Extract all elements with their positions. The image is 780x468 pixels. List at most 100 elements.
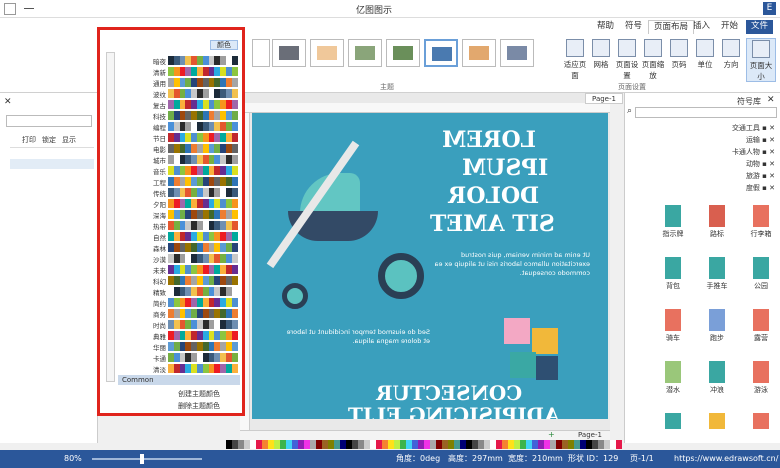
- category-item[interactable]: 动物 ▪ ✕: [629, 159, 775, 171]
- scheme-label: 热带: [153, 223, 166, 231]
- scheme-swatch-row[interactable]: [168, 177, 238, 186]
- theme-7[interactable]: [272, 39, 306, 67]
- category-item[interactable]: 度假 ▪ ✕: [629, 183, 775, 195]
- scheme-label: 商务: [153, 311, 166, 319]
- page-zoom-button[interactable]: 页面缩放: [640, 38, 666, 82]
- color-swatch: [231, 232, 238, 241]
- scheme-swatch-row[interactable]: [168, 320, 238, 329]
- shape-tile[interactable]: 露营: [743, 309, 779, 343]
- shape-tile[interactable]: 行李箱: [743, 205, 779, 239]
- color-palette-bar[interactable]: [226, 440, 624, 449]
- add-page-icon[interactable]: +: [548, 430, 555, 439]
- theme-5[interactable]: [348, 39, 382, 67]
- scheme-swatch-row[interactable]: [168, 144, 238, 153]
- scheme-swatch-row[interactable]: [168, 298, 238, 307]
- color-swatch: [231, 364, 238, 373]
- shape-tile[interactable]: 跑步: [699, 309, 735, 343]
- scheme-swatch-row[interactable]: [168, 232, 238, 241]
- scheme-swatch-row[interactable]: [168, 78, 238, 87]
- shape-tile[interactable]: [699, 413, 735, 429]
- theme-2[interactable]: [462, 39, 496, 67]
- shape-tile[interactable]: 游泳: [743, 361, 779, 395]
- scheme-swatch-row[interactable]: [168, 122, 238, 131]
- layer-row[interactable]: [10, 159, 94, 169]
- scheme-swatch-row[interactable]: [168, 342, 238, 351]
- library-search-input[interactable]: [635, 107, 777, 118]
- col-print: 打印: [22, 136, 36, 144]
- dropdown-scrollbar[interactable]: [106, 52, 115, 382]
- shape-tile[interactable]: 指示牌: [655, 205, 691, 239]
- category-item[interactable]: 卡通人物 ▪ ✕: [629, 147, 775, 159]
- zoom-slider-thumb[interactable]: [140, 454, 144, 464]
- scheme-swatch-row[interactable]: [168, 155, 238, 164]
- tab-home[interactable]: 开始: [716, 20, 743, 34]
- page-tab[interactable]: Page-1: [578, 431, 602, 439]
- theme-3[interactable]: [424, 39, 458, 67]
- page-doc-tab[interactable]: Page-1: [585, 93, 623, 104]
- selected-scheme-row[interactable]: Common: [118, 375, 240, 385]
- tab-help[interactable]: 帮助: [592, 20, 619, 34]
- shape-tile[interactable]: 潜水: [655, 361, 691, 395]
- status-url[interactable]: https://www.edrawsoft.cn/: [674, 450, 778, 468]
- scheme-swatch-row[interactable]: [168, 210, 238, 219]
- close-window-icon[interactable]: [4, 3, 16, 15]
- category-item[interactable]: 旅游 ▪ ✕: [629, 171, 775, 183]
- scheme-swatch-row[interactable]: [168, 254, 238, 263]
- scheme-swatch-row[interactable]: [168, 309, 238, 318]
- theme-8[interactable]: [252, 39, 270, 67]
- scheme-swatch-row[interactable]: [168, 89, 238, 98]
- theme-4[interactable]: [386, 39, 420, 67]
- shape-tile[interactable]: 冲浪: [699, 361, 735, 395]
- scheme-swatch-row[interactable]: [168, 133, 238, 142]
- scheme-swatch-row[interactable]: [168, 111, 238, 120]
- scheme-swatch-row[interactable]: [168, 67, 238, 76]
- delete-theme-color-link[interactable]: 删除主题颜色: [178, 401, 220, 411]
- layer-row[interactable]: [10, 147, 94, 157]
- shape-tile[interactable]: 骑车: [655, 309, 691, 343]
- scheme-swatch-row[interactable]: [168, 166, 238, 175]
- colors-button[interactable]: 颜色: [210, 40, 238, 50]
- tab-symbols[interactable]: 符号: [620, 20, 647, 34]
- scheme-swatch-row[interactable]: [168, 56, 238, 65]
- color-swatch: [231, 210, 238, 219]
- unit-button[interactable]: 单位: [692, 38, 718, 82]
- palette-swatch[interactable]: [616, 440, 622, 449]
- zoom-slider[interactable]: [92, 458, 202, 460]
- scheme-swatch-row[interactable]: [168, 199, 238, 208]
- shape-tile[interactable]: 路标: [699, 205, 735, 239]
- scheme-swatch-row[interactable]: [168, 353, 238, 362]
- create-theme-color-link[interactable]: 创建主题颜色: [178, 389, 220, 399]
- scheme-swatch-row[interactable]: [168, 100, 238, 109]
- theme-1[interactable]: [500, 39, 534, 67]
- category-item[interactable]: 交通工具 ▪ ✕: [629, 123, 775, 135]
- scheme-swatch-row[interactable]: [168, 331, 238, 340]
- layer-select[interactable]: [6, 115, 92, 127]
- grid-button[interactable]: 网格: [588, 38, 614, 82]
- scheme-swatch-row[interactable]: [168, 243, 238, 252]
- shape-tile[interactable]: [743, 413, 779, 429]
- tab-file[interactable]: 文件: [746, 20, 774, 34]
- shape-tile[interactable]: 公园: [743, 257, 779, 291]
- orientation-button[interactable]: 方向: [718, 38, 744, 82]
- close-panel-icon[interactable]: ✕: [4, 97, 12, 107]
- search-icon[interactable]: ⌕: [627, 106, 632, 116]
- shape-tile[interactable]: 背包: [655, 257, 691, 291]
- shape-tile[interactable]: 手推车: [699, 257, 735, 291]
- color-swatch: [231, 89, 238, 98]
- category-item[interactable]: 运输 ▪ ✕: [629, 135, 775, 147]
- scheme-swatch-row[interactable]: [168, 188, 238, 197]
- fit-page-button[interactable]: 适应页面: [562, 38, 588, 82]
- scheme-swatch-row[interactable]: [168, 265, 238, 274]
- scheme-swatch-row[interactable]: [168, 221, 238, 230]
- tab-page-layout[interactable]: 页面布局: [648, 20, 695, 34]
- scheme-swatch-row[interactable]: [168, 276, 238, 285]
- page-setup-button[interactable]: 页面设置: [614, 38, 640, 82]
- page-number-button[interactable]: 页码: [666, 38, 692, 82]
- page-size-button[interactable]: 页面大小: [746, 38, 776, 82]
- scheme-swatch-row[interactable]: [168, 287, 238, 296]
- panel-close-icon[interactable]: ✕: [767, 95, 775, 105]
- scheme-swatch-row[interactable]: [168, 364, 238, 373]
- theme-6[interactable]: [310, 39, 344, 67]
- minimize-icon[interactable]: [24, 8, 34, 9]
- shape-tile[interactable]: [655, 413, 691, 429]
